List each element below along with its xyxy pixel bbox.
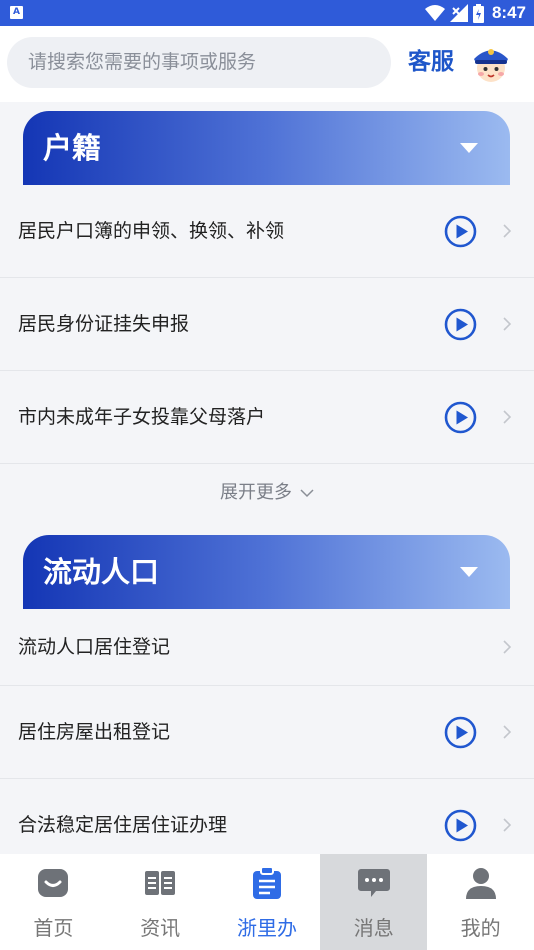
list-item-label: 流动人口居住登记 — [18, 636, 171, 658]
user-icon — [465, 868, 496, 899]
video-play-icon[interactable] — [444, 308, 477, 341]
chevron-right-icon — [503, 317, 512, 331]
chevron-right-icon — [503, 818, 512, 832]
tab-messages[interactable]: 消息 — [320, 854, 428, 950]
clipboard-icon — [252, 866, 281, 899]
list-item[interactable]: 合法稳定居住居住证办理 — [0, 779, 534, 854]
video-play-icon[interactable] — [444, 809, 477, 842]
section-list-liudong-renkou: 流动人口居住登记 居住房屋出租登记 合法稳定居住居住证办理 — [0, 609, 534, 854]
expand-more-label: 展开更多 — [220, 482, 292, 503]
battery-icon — [472, 3, 484, 23]
list-item-label: 居民户口簿的申领、换领、补领 — [18, 220, 285, 242]
tab-label: 浙里办 — [236, 916, 297, 940]
chevron-right-icon — [503, 410, 512, 424]
wifi-icon — [424, 5, 445, 21]
tab-label: 我的 — [460, 916, 501, 940]
tab-label: 首页 — [33, 916, 74, 940]
chevron-right-icon — [503, 725, 512, 739]
list-item-label: 合法稳定居住居住证办理 — [18, 814, 228, 836]
customer-service-button[interactable]: 客服 — [408, 37, 454, 88]
section-header-huji[interactable]: 户籍 — [23, 111, 510, 185]
clock: 8:47 — [491, 3, 526, 22]
tab-zheliban[interactable]: 浙里办 — [214, 854, 321, 950]
tab-profile[interactable]: 我的 — [427, 854, 534, 950]
app-notification-icon: A — [10, 6, 23, 19]
collapse-caret-icon[interactable] — [460, 567, 478, 577]
chevron-right-icon — [503, 640, 512, 654]
list-item[interactable]: 居民户口簿的申领、换领、补领 — [0, 185, 534, 278]
message-bubble-icon — [357, 869, 390, 897]
list-item-label: 居民身份证挂失申报 — [18, 313, 190, 335]
tab-home[interactable]: 首页 — [0, 854, 107, 950]
video-play-icon[interactable] — [444, 215, 477, 248]
list-item[interactable]: 居住房屋出租登记 — [0, 686, 534, 779]
chevron-right-icon — [503, 224, 512, 238]
tab-news[interactable]: 资讯 — [107, 854, 214, 950]
collapse-caret-icon[interactable] — [460, 143, 478, 153]
tab-label: 资讯 — [140, 916, 181, 940]
section-title: 户籍 — [43, 131, 102, 165]
search-input[interactable]: 请搜索您需要的事项或服务 — [7, 37, 391, 88]
section-title: 流动人口 — [43, 555, 160, 589]
tab-label: 消息 — [353, 916, 394, 940]
status-bar: A 8:47 — [0, 0, 534, 26]
news-book-icon — [145, 871, 176, 895]
list-item[interactable]: 流动人口居住登记 — [0, 609, 534, 686]
list-item[interactable]: 居民身份证挂失申报 — [0, 278, 534, 371]
top-bar: 请搜索您需要的事项或服务 客服 — [0, 26, 534, 102]
bottom-tab-bar: 首页 资讯 浙里办 消息 我的 — [0, 854, 534, 950]
service-list-content[interactable]: 户籍 居民户口簿的申领、换领、补领 居民身份证挂失申报 市内未成年子女投靠父母落… — [0, 102, 534, 854]
video-play-icon[interactable] — [444, 401, 477, 434]
section-list-huji: 居民户口簿的申领、换领、补领 居民身份证挂失申报 市内未成年子女投靠父母落户 展… — [0, 185, 534, 522]
video-play-icon[interactable] — [444, 716, 477, 749]
chevron-down-icon — [300, 489, 314, 498]
search-placeholder: 请搜索您需要的事项或服务 — [28, 51, 257, 73]
police-mascot-icon[interactable] — [470, 42, 512, 84]
list-item-label: 居住房屋出租登记 — [18, 721, 171, 743]
cellular-signal-icon — [449, 4, 468, 22]
list-item[interactable]: 市内未成年子女投靠父母落户 — [0, 371, 534, 464]
list-item-label: 市内未成年子女投靠父母落户 — [18, 406, 266, 428]
section-header-liudong-renkou[interactable]: 流动人口 — [23, 535, 510, 609]
expand-more-button[interactable]: 展开更多 — [0, 464, 534, 522]
home-icon — [38, 869, 69, 897]
